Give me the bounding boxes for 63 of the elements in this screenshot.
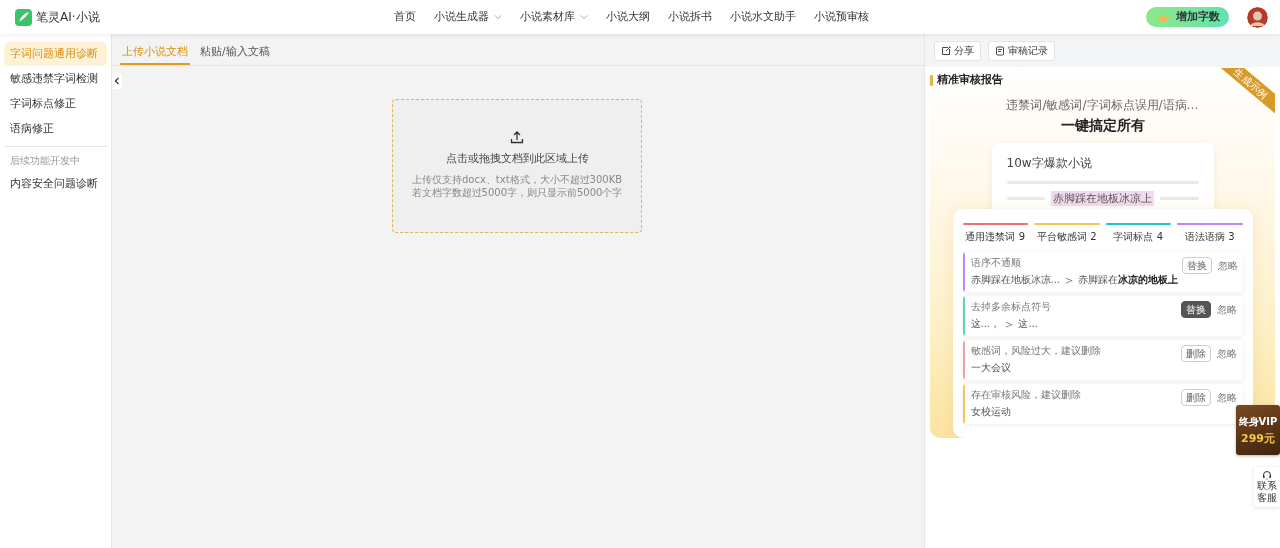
vip-label: 终身VIP [1238, 414, 1278, 429]
share-button[interactable]: 分享 [934, 40, 981, 61]
upload-hint: 若文档字数超过5000字，则只显示前5000个字 [411, 186, 623, 199]
report-subtitle: 违禁词/敏感词/字词标点误用/语病… [1006, 97, 1199, 114]
upload-hint: 上传仅支持docx、txt格式，大小不超过300KB [411, 173, 623, 186]
highlighted-text: 赤脚踩在地板冰凉上 [1051, 191, 1154, 206]
avatar[interactable] [1247, 6, 1268, 28]
headset-icon [1262, 470, 1272, 480]
arrow-text: > [1005, 318, 1014, 330]
category-tab[interactable]: 通用违禁词 9 [965, 230, 1025, 244]
original-text: 女校运动 [970, 405, 1011, 419]
nav-link[interactable]: 小说生成器 [434, 10, 502, 24]
report-title: 精准审核报告 [937, 73, 1003, 87]
nav-link[interactable]: 小说水文助手 [730, 10, 796, 24]
document-icon [995, 45, 1005, 56]
original-text: 一大会议 [970, 361, 1011, 375]
category-tab[interactable]: 平台敏感词 2 [1036, 230, 1097, 244]
sidebar-item[interactable]: 敏感违禁字词检测 [4, 67, 107, 91]
nav-link[interactable]: 小说预审核 [814, 10, 869, 24]
history-button[interactable]: 审稿记录 [988, 40, 1055, 61]
share-icon [941, 45, 951, 56]
vip-badge[interactable]: 终身VIP 299元 [1236, 405, 1280, 455]
action-button[interactable]: 替换 [1180, 301, 1211, 318]
suggested-text: 这... [1018, 317, 1038, 331]
logo-icon [15, 8, 32, 26]
upload-icon [510, 130, 524, 144]
contact-service-button[interactable]: 联系 客服 [1254, 467, 1280, 507]
issue-type: 语序不通顺 [970, 256, 1022, 270]
logo-text: 笔灵AI·小说 [36, 8, 100, 26]
section-label: 后续功能开发中 [9, 154, 81, 168]
issue-type: 存在审核风险，建议删除 [970, 388, 1082, 402]
ignore-link[interactable]: 忽略 [1216, 389, 1237, 406]
sidebar-item[interactable]: 内容安全问题诊断 [4, 172, 107, 196]
collapse-button[interactable] [112, 73, 122, 89]
nav-link[interactable]: 小说大纲 [606, 10, 650, 24]
issue-type: 敏感词，风险过大，建议删除 [970, 344, 1102, 358]
action-button[interactable]: 替换 [1182, 257, 1213, 274]
nav-link[interactable]: 小说拆书 [668, 10, 712, 24]
upload-area[interactable]: 点击或拖拽文档到此区域上传 上传仅支持docx、txt格式，大小不超过300KB 若文档字数超过5000字，则只显示前5000个字 [392, 99, 642, 233]
report-headline: 一键搞定所有 [1060, 117, 1145, 135]
tab[interactable]: 粘贴/输入文稿 [198, 45, 272, 65]
nav-link[interactable]: 小说素材库 [520, 10, 588, 24]
ignore-link[interactable]: 忽略 [1216, 301, 1237, 318]
category-tab[interactable]: 字词标点 4 [1113, 230, 1163, 244]
action-button[interactable]: 删除 [1180, 345, 1211, 362]
chevron-left-icon [114, 77, 120, 85]
crown-icon [1158, 12, 1169, 22]
ignore-link[interactable]: 忽略 [1218, 257, 1239, 274]
action-button[interactable]: 删除 [1180, 389, 1211, 406]
sidebar-item[interactable]: 字词标点修正 [4, 92, 107, 116]
suggested-text: 赤脚踩在冰凉的地板上 [1078, 273, 1179, 287]
sample-title: 10w字爆款小说 [1006, 155, 1093, 172]
sidebar-item[interactable]: 语病修正 [4, 117, 107, 141]
original-text: 这...， [970, 317, 1001, 331]
nav-link[interactable]: 首页 [394, 10, 416, 24]
category-tab[interactable]: 语法语病 3 [1184, 230, 1235, 244]
vip-price: 299元 [1241, 430, 1275, 446]
issue-type: 去掉多余标点符号 [970, 300, 1052, 314]
upload-title: 点击或拖拽文档到此区域上传 [445, 152, 589, 166]
ignore-link[interactable]: 忽略 [1216, 345, 1237, 362]
arrow-text: > [1065, 274, 1074, 286]
original-text: 赤脚踩在地板冰凉... [970, 273, 1061, 287]
add-words-button[interactable]: 增加字数 [1146, 7, 1229, 27]
